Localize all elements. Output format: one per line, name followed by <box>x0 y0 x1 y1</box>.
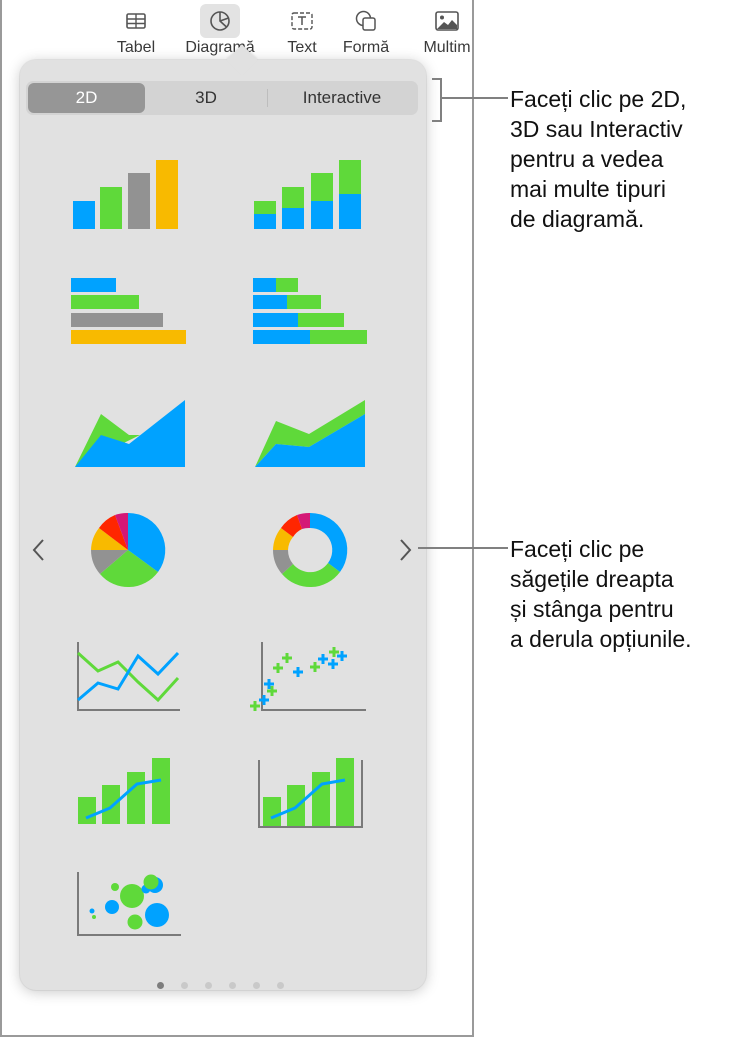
scatter-marker <box>250 701 260 711</box>
chart-type-line[interactable] <box>70 632 190 712</box>
text-box-icon <box>282 4 322 38</box>
scatter-marker <box>310 662 320 672</box>
table-icon <box>116 4 156 38</box>
shape-icon <box>346 4 386 38</box>
toolbar-shape-button[interactable]: Formă <box>336 4 396 60</box>
callout-segment-hint: Faceți clic pe 2D, 3D sau Interactiv pen… <box>510 84 686 234</box>
callout-line-text: săgețile dreapta <box>510 566 674 592</box>
chart-type-donut[interactable] <box>252 512 372 592</box>
callout-leader-line <box>418 547 508 549</box>
media-icon <box>427 4 467 38</box>
toolbar-shape-label: Formă <box>342 39 390 56</box>
chevron-left-icon <box>32 539 44 561</box>
callout-bracket <box>432 78 442 122</box>
chart-type-stacked-column[interactable] <box>250 156 370 236</box>
bar <box>128 173 150 229</box>
scatter-marker <box>293 667 303 677</box>
page-dot[interactable] <box>202 979 214 991</box>
page-dot[interactable] <box>154 979 166 991</box>
callout-line-text: Faceți clic pe 2D, <box>510 86 687 112</box>
page-dot[interactable] <box>250 979 262 991</box>
chart-type-column[interactable] <box>68 156 188 236</box>
chevron-right-icon <box>400 539 412 561</box>
page-indicator <box>154 979 286 991</box>
callout-line-text: a derula opțiunile. <box>510 626 692 652</box>
scatter-marker <box>318 654 328 664</box>
bar <box>100 187 122 229</box>
toolbar-table-label: Tabel <box>116 39 156 56</box>
toolbar-table-button[interactable]: Tabel <box>114 4 158 60</box>
chart-icon <box>200 4 240 38</box>
toolbar-media-label: Multim <box>423 39 471 56</box>
callout-line-text: Faceți clic pe <box>510 536 645 562</box>
scatter-marker <box>328 659 338 669</box>
chart-type-two-axis[interactable] <box>250 750 370 830</box>
chart-type-mixed[interactable] <box>70 750 190 830</box>
chart-type-area[interactable] <box>70 394 190 474</box>
callout-line-text: pentru a vedea <box>510 146 664 172</box>
callout-line-text: mai multe tipuri <box>510 176 666 202</box>
toolbar-text-label: Text <box>287 39 317 56</box>
page-dot[interactable] <box>226 979 238 991</box>
chart-type-stacked-area[interactable] <box>250 394 370 474</box>
chart-type-scatter[interactable] <box>250 632 370 712</box>
toolbar-text-button[interactable]: Text <box>280 4 324 60</box>
scatter-marker <box>259 695 269 705</box>
chart-type-stacked-bar[interactable] <box>250 272 370 352</box>
window-border <box>0 0 2 1035</box>
callout-line-text: și stânga pentru <box>510 596 674 622</box>
scatter-marker <box>273 663 283 673</box>
chart-type-grid <box>20 60 426 990</box>
bar <box>156 160 178 229</box>
next-page-arrow[interactable] <box>394 532 418 568</box>
page-dot[interactable] <box>178 979 190 991</box>
callout-leader-line <box>442 97 508 99</box>
chart-picker-popover: 2D 3D Interactive <box>20 44 426 991</box>
chart-type-bubble[interactable] <box>70 858 190 938</box>
callout-line-text: de diagramă. <box>510 206 645 232</box>
bar <box>73 201 95 229</box>
chart-type-pie[interactable] <box>70 512 190 592</box>
scatter-marker <box>282 653 292 663</box>
callout-line-text: 3D sau Interactiv <box>510 116 683 142</box>
toolbar-media-button[interactable]: Multim <box>412 4 482 60</box>
chart-type-bar[interactable] <box>68 272 188 352</box>
previous-page-arrow[interactable] <box>26 532 50 568</box>
callout-arrows-hint: Faceți clic pe săgețile dreapta și stâng… <box>510 534 692 654</box>
app-window: Tabel Diagramă Text Formă Multim 2D 3D I… <box>0 0 474 1037</box>
page-dot[interactable] <box>274 979 286 991</box>
